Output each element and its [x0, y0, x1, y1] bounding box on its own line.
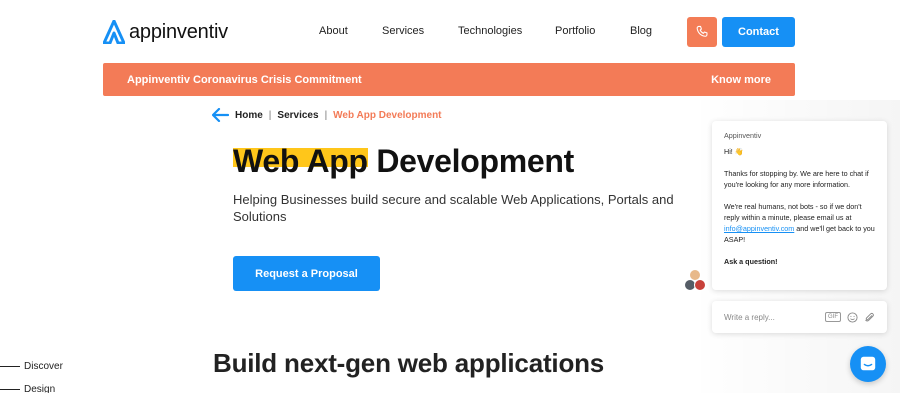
side-section-nav: Discover Design — [0, 355, 63, 393]
nav-item-portfolio[interactable]: Portfolio — [555, 25, 595, 37]
breadcrumb: Home | Services | Web App Development — [212, 108, 442, 122]
gif-icon[interactable]: GIF — [825, 312, 841, 322]
chat-message-panel: Appinventiv Hi! 👋 Thanks for stopping by… — [712, 121, 887, 290]
phone-icon — [696, 25, 708, 37]
chat-spacer — [724, 190, 875, 201]
nav-item-blog[interactable]: Blog — [630, 25, 652, 37]
banner-text: Appinventiv Coronavirus Crisis Commitmen… — [127, 73, 362, 86]
chat-greeting: Hi! 👋 — [724, 147, 744, 156]
page-title: Web App Development — [233, 143, 574, 180]
chat-message-2: We're real humans, not bots - so if we d… — [724, 201, 875, 245]
covid-banner[interactable]: Appinventiv Coronavirus Crisis Commitmen… — [103, 63, 795, 96]
hero-subtitle: Helping Businesses build secure and scal… — [233, 192, 674, 224]
chat-input-icons: GIF — [825, 311, 875, 323]
nav-item-services[interactable]: Services — [382, 25, 424, 37]
side-nav-item-discover[interactable]: Discover — [0, 355, 63, 378]
side-nav-line — [0, 366, 20, 367]
chat-agent-avatars — [684, 269, 708, 293]
chat-spacer — [724, 157, 875, 168]
section-title: Build next-gen web applications — [213, 348, 605, 378]
breadcrumb-home[interactable]: Home — [235, 110, 263, 121]
side-nav-label: Discover — [24, 361, 63, 372]
breadcrumb-current: Web App Development — [333, 109, 442, 121]
chat-reply-input[interactable] — [724, 312, 825, 322]
title-highlight: Web App — [233, 143, 368, 179]
nav-item-technologies[interactable]: Technologies — [458, 25, 522, 37]
chat-email-link[interactable]: info@appinventiv.com — [724, 224, 794, 233]
breadcrumb-separator: | — [268, 109, 272, 121]
contact-button[interactable]: Contact — [722, 17, 795, 47]
chat-message-1: Thanks for stopping by. We are here to c… — [724, 169, 869, 189]
request-proposal-button[interactable]: Request a Proposal — [233, 256, 380, 291]
phone-button[interactable] — [687, 17, 717, 47]
avatar — [694, 279, 706, 291]
chat-sender: Appinventiv — [724, 131, 762, 140]
chat-launcher-button[interactable] — [850, 346, 886, 382]
emoji-icon[interactable] — [847, 311, 858, 323]
back-arrow-icon[interactable] — [212, 108, 229, 122]
side-nav-item-design[interactable]: Design — [0, 378, 63, 393]
chat-message-2-start: We're real humans, not bots - so if we d… — [724, 202, 862, 222]
nav-item-about[interactable]: About — [319, 25, 348, 37]
breadcrumb-separator: | — [324, 109, 328, 121]
messenger-icon — [860, 356, 876, 371]
chat-ask-question: Ask a question! — [724, 257, 778, 266]
title-rest: Development — [376, 143, 575, 179]
breadcrumb-services[interactable]: Services — [277, 110, 318, 121]
side-nav-line — [0, 389, 20, 390]
chat-reply-box: GIF — [712, 301, 887, 333]
side-nav-label: Design — [24, 384, 56, 393]
banner-know-more-link[interactable]: Know more — [711, 74, 771, 86]
attachment-icon[interactable] — [864, 312, 875, 323]
